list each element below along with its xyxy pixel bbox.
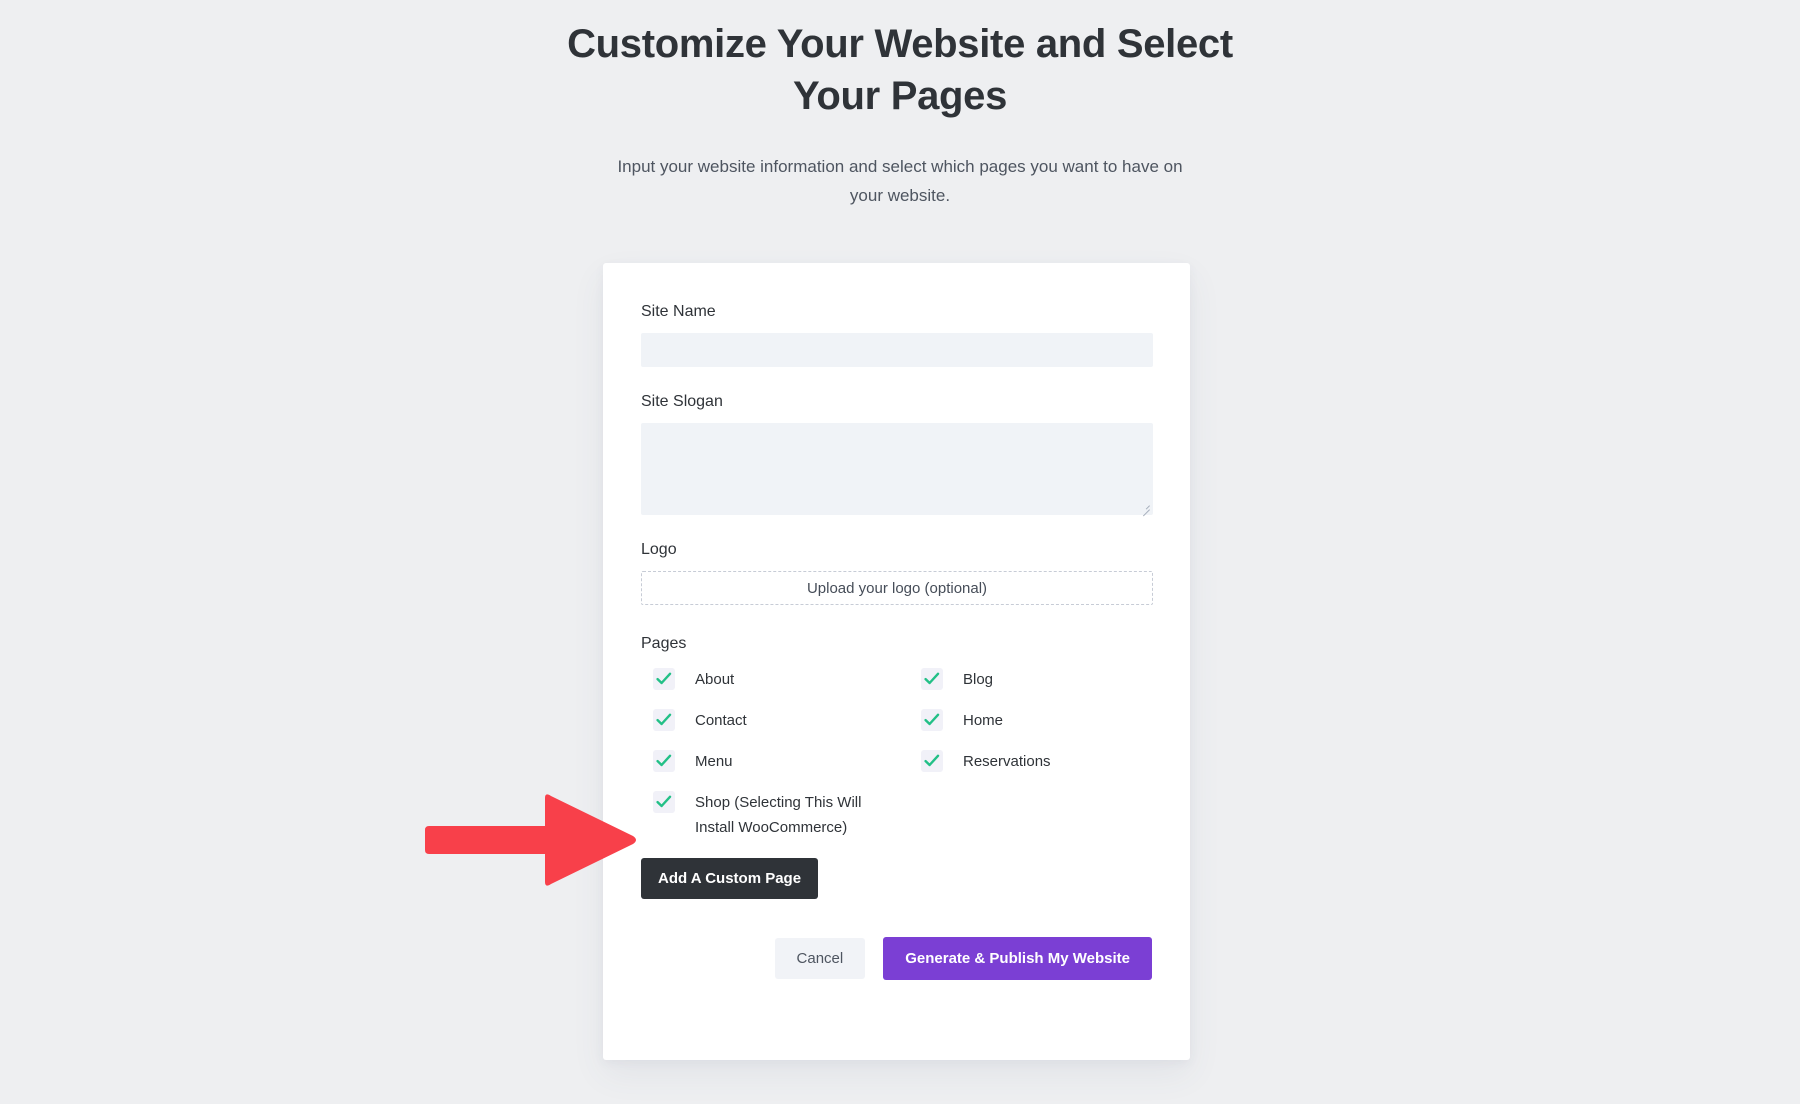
- page-option-label: Contact: [695, 712, 747, 729]
- checkbox-about[interactable]: [653, 668, 675, 690]
- page-option-label: Home: [963, 712, 1004, 729]
- checkbox-reservations[interactable]: [921, 750, 943, 772]
- generate-publish-button[interactable]: Generate & Publish My Website: [883, 937, 1152, 980]
- checkbox-shop[interactable]: [653, 791, 675, 813]
- page-option-home[interactable]: Home: [921, 708, 1189, 749]
- site-name-label: Site Name: [641, 303, 716, 320]
- page-option-label: Menu: [695, 753, 733, 770]
- page-subtitle: Input your website information and selec…: [617, 157, 1183, 205]
- pages-label: Pages: [641, 635, 687, 652]
- pages-field-group: Pages About Blog Contact Home Menu Reser…: [641, 635, 1152, 899]
- page-option-shop[interactable]: Shop (Selecting This Will Install WooCom…: [653, 790, 921, 846]
- pages-checkbox-grid: About Blog Contact Home Menu Reservation…: [641, 667, 1152, 846]
- page-root: Customize Your Website and Select Your P…: [0, 0, 1800, 1104]
- customize-website-card: Site Name Site Slogan Logo Upload your l…: [603, 263, 1190, 1060]
- logo-upload-dropzone[interactable]: Upload your logo (optional): [641, 571, 1153, 605]
- site-name-input[interactable]: [641, 333, 1153, 367]
- card-actions: Cancel Generate & Publish My Website: [641, 937, 1152, 980]
- check-icon: [924, 672, 940, 685]
- add-custom-page-button[interactable]: Add A Custom Page: [641, 858, 819, 899]
- check-icon: [656, 672, 672, 685]
- page-option-label: Blog: [963, 671, 994, 688]
- logo-label: Logo: [641, 541, 677, 558]
- page-option-label: About: [695, 671, 735, 688]
- check-icon: [656, 754, 672, 767]
- page-option-label: Reservations: [963, 753, 1051, 770]
- check-icon: [656, 713, 672, 726]
- site-slogan-textarea[interactable]: [641, 423, 1153, 515]
- page-option-reservations[interactable]: Reservations: [921, 749, 1189, 790]
- page-option-label: Shop (Selecting This Will Install WooCom…: [695, 794, 862, 836]
- site-slogan-label: Site Slogan: [641, 393, 723, 410]
- page-header: Customize Your Website and Select Your P…: [550, 0, 1250, 210]
- checkbox-blog[interactable]: [921, 668, 943, 690]
- site-slogan-textarea-wrap: [641, 423, 1153, 517]
- check-icon: [924, 754, 940, 767]
- logo-field-group: Logo Upload your logo (optional): [641, 541, 1153, 605]
- page-option-menu[interactable]: Menu: [653, 749, 921, 790]
- page-option-blog[interactable]: Blog: [921, 667, 1189, 708]
- cancel-button[interactable]: Cancel: [774, 938, 866, 979]
- site-name-field-group: Site Name: [641, 303, 1153, 367]
- page-option-about[interactable]: About: [653, 667, 921, 708]
- page-option-contact[interactable]: Contact: [653, 708, 921, 749]
- checkbox-contact[interactable]: [653, 709, 675, 731]
- card-content: Site Name Site Slogan Logo Upload your l…: [603, 263, 1190, 980]
- checkbox-menu[interactable]: [653, 750, 675, 772]
- check-icon: [656, 795, 672, 808]
- check-icon: [924, 713, 940, 726]
- logo-upload-label: Upload your logo (optional): [806, 579, 988, 597]
- site-slogan-field-group: Site Slogan: [641, 393, 1153, 517]
- page-title: Customize Your Website and Select Your P…: [567, 22, 1233, 118]
- checkbox-home[interactable]: [921, 709, 943, 731]
